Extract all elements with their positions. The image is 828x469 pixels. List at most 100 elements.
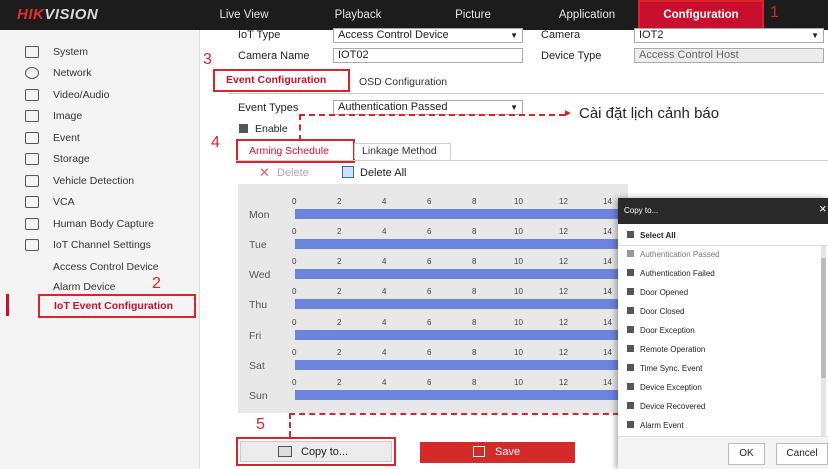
tick-label: 8	[472, 287, 477, 296]
device-type-field: Access Control Host	[634, 48, 824, 63]
day-label-sun: Sun	[249, 390, 268, 402]
ok-button[interactable]: OK	[728, 443, 765, 465]
sidebar-sub-label: IoT Event Configuration	[54, 300, 173, 312]
nav-picture[interactable]: Picture	[440, 0, 506, 30]
active-indicator	[6, 294, 9, 316]
tab-osd-configuration[interactable]: OSD Configuration	[359, 76, 447, 88]
nav-playback[interactable]: Playback	[320, 0, 396, 30]
sidebar-item-vehicle-detection[interactable]: Vehicle Detection	[0, 171, 200, 191]
tick-label: 4	[382, 378, 387, 387]
step-4-marker: 4	[211, 134, 220, 151]
schedule-bar-sat[interactable]	[295, 360, 618, 370]
tick-label: 8	[472, 227, 477, 236]
annotation-arrow-horizontal	[299, 114, 565, 116]
tick-label: 8	[472, 257, 477, 266]
close-icon[interactable]: ×	[819, 201, 827, 216]
tab-linkage-method[interactable]: Linkage Method	[362, 145, 437, 157]
tick-label: 14	[603, 287, 612, 296]
sidebar-item-label: VCA	[53, 196, 75, 208]
iot-icon	[25, 239, 39, 251]
dialog-scrollbar-thumb[interactable]	[821, 258, 826, 378]
event-checkbox-device-exception[interactable]: Device Exception	[627, 381, 702, 395]
delete-icon: ✕	[259, 165, 270, 180]
tick-label: 10	[514, 197, 523, 206]
tick-label: 10	[514, 318, 523, 327]
event-checkbox-door-exception[interactable]: Door Exception	[627, 324, 695, 338]
event-checkbox-door-opened[interactable]: Door Opened	[627, 286, 688, 300]
tick-label: 8	[472, 318, 477, 327]
event-checkbox-authentication-passed[interactable]: Authentication Passed	[627, 248, 720, 262]
tick-label: 6	[427, 378, 432, 387]
sidebar-item-vca[interactable]: VCA	[0, 192, 200, 212]
enable-checkbox[interactable]	[239, 124, 248, 133]
tick-label: 6	[427, 348, 432, 357]
sidebar-item-network[interactable]: Network	[0, 63, 200, 83]
event-label: Door Exception	[640, 326, 695, 335]
tick-label: 14	[603, 348, 612, 357]
camera-name-input[interactable]: IOT02	[333, 48, 523, 63]
event-checkbox-alarm-event[interactable]: Alarm Event	[627, 419, 684, 433]
tick-label: 0	[292, 257, 297, 266]
tick-label: 14	[603, 197, 612, 206]
sidebar-item-video-audio[interactable]: Video/Audio	[0, 85, 200, 105]
schedule-bar-tue[interactable]	[295, 239, 618, 249]
person-icon	[25, 218, 39, 230]
nav-application[interactable]: Application	[546, 0, 628, 30]
schedule-bar-fri[interactable]	[295, 330, 618, 340]
delete-all-button[interactable]: Delete All	[360, 167, 406, 179]
annotation-text: Cài đặt lịch cảnh báo	[579, 105, 720, 122]
schedule-bar-sun[interactable]	[295, 390, 618, 400]
tick-label: 12	[559, 318, 568, 327]
tab-divider	[228, 93, 824, 94]
sidebar-item-iot-channel-settings[interactable]: IoT Channel Settings	[0, 235, 200, 255]
camera-select[interactable]: IOT2 ▼	[634, 28, 824, 43]
sidebar-item-image[interactable]: Image	[0, 106, 200, 126]
tick-label: 2	[337, 318, 342, 327]
tick-label: 12	[559, 197, 568, 206]
tick-label: 6	[427, 287, 432, 296]
iot-type-select[interactable]: Access Control Device ▼	[333, 28, 523, 43]
checkbox-icon	[627, 383, 634, 391]
sidebar-sub-alarm-device[interactable]: Alarm Device	[53, 281, 115, 293]
sidebar-item-storage[interactable]: Storage	[0, 149, 200, 169]
checkbox-icon	[627, 231, 634, 239]
delete-button[interactable]: Delete	[277, 167, 309, 179]
event-checkbox-time-sync-event[interactable]: Time Sync. Event	[627, 362, 702, 376]
sidebar-item-label: Image	[53, 110, 83, 122]
event-checkbox-remote-operation[interactable]: Remote Operation	[627, 343, 705, 357]
nav-live-view[interactable]: Live View	[208, 0, 280, 30]
tick-label: 6	[427, 257, 432, 266]
tick-label: 0	[292, 227, 297, 236]
tick-label: 6	[427, 227, 432, 236]
event-checkbox-authentication-failed[interactable]: Authentication Failed	[627, 267, 715, 281]
schedule-bar-wed[interactable]	[295, 269, 618, 279]
tab-event-configuration[interactable]: Event Configuration	[226, 74, 326, 86]
tick-label: 4	[382, 287, 387, 296]
event-types-label: Event Types	[238, 102, 299, 114]
tab-arming-schedule[interactable]: Arming Schedule	[249, 145, 329, 157]
sidebar-item-event[interactable]: Event	[0, 128, 200, 148]
car-icon	[25, 175, 39, 187]
step-2-marker: 2	[152, 275, 161, 292]
event-types-select[interactable]: Authentication Passed ▼	[333, 100, 523, 115]
sidebar-item-system[interactable]: System	[0, 42, 200, 62]
sidebar-sub-iot-event-configuration[interactable]: IoT Event Configuration	[38, 294, 196, 318]
cancel-button[interactable]: Cancel	[776, 443, 828, 465]
event-checkbox-device-recovered[interactable]: Device Recovered	[627, 400, 705, 414]
copy-icon	[278, 446, 292, 457]
schedule-bar-thu[interactable]	[295, 299, 618, 309]
event-checkbox-door-closed[interactable]: Door Closed	[627, 305, 684, 319]
tick-label: 4	[382, 197, 387, 206]
event-label: Remote Operation	[640, 345, 706, 354]
copy-to-dialog: Copy to... × Select All Authentication P…	[618, 198, 828, 469]
iot-type-value: Access Control Device	[338, 29, 449, 41]
sidebar-sub-access-control-device[interactable]: Access Control Device	[53, 261, 159, 273]
schedule-bar-mon[interactable]	[295, 209, 618, 219]
tick-label: 2	[337, 257, 342, 266]
select-all-checkbox[interactable]: Select All	[627, 229, 676, 243]
vca-icon	[25, 196, 39, 208]
tick-label: 6	[427, 197, 432, 206]
checkbox-icon	[627, 307, 634, 315]
sidebar-item-human-body-capture[interactable]: Human Body Capture	[0, 214, 200, 234]
step-1-marker: 1	[770, 4, 779, 21]
